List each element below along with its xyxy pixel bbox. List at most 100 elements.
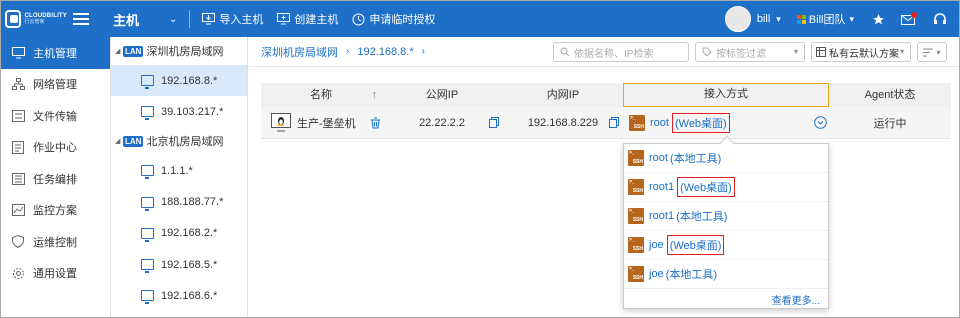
private-ip-value: 192.168.8.229 [527,116,599,129]
chevron-down-icon[interactable]: ⌄ [169,14,177,25]
caret-down-icon[interactable]: ◢ [115,47,123,55]
access-dropdown: SSH root (本地工具) SSH root1 (Web桌面) SSH ro… [623,135,829,309]
sort-icon [923,48,934,56]
tag-filter-select[interactable]: 按标签过滤 ▾ [695,42,805,62]
ssh-icon: SSH [628,208,644,224]
table-header: 名称 ↑ 公网IP 内网IP 接入方式 Agent状态 [261,83,951,107]
import-icon [202,13,216,25]
copy-icon[interactable] [609,117,619,128]
tree-node[interactable]: 188.188.77.* [111,187,247,218]
create-host-button[interactable]: 创建主机 [277,11,338,27]
sort-button[interactable]: ▾ [917,42,947,62]
chevron-down-icon: ▾ [849,13,854,24]
sidebar-item-network[interactable]: 网络管理 [1,69,110,101]
caret-down-icon: ▾ [899,47,904,56]
column-access[interactable]: 接入方式 [623,83,829,107]
host-table: 名称 ↑ 公网IP 内网IP 接入方式 Agent状态 生产-堡垒机 22.22.… [261,83,951,139]
monitor-icon [11,46,25,60]
file-transfer-icon [11,109,25,123]
top-bar: CLOUDBILITY 行云管家 主机 ⌄ 导入主机 创建主机 申请临时授权 b… [1,1,959,37]
tree-group-shenzhen[interactable]: ◢ LAN 深圳机房局域网 [111,37,247,65]
public-ip-value: 22.22.2.2 [419,116,465,129]
sidebar-item-host-management[interactable]: 主机管理 [1,37,110,69]
access-option[interactable]: SSH joe (Web桌面) [624,231,828,260]
agent-status: 运行中 [873,117,907,130]
headset-icon[interactable] [933,12,947,26]
menu-icon[interactable] [73,13,89,25]
breadcrumb-item[interactable]: 深圳机房局域网 [261,44,338,60]
module-title: 主机 [113,12,140,28]
table-icon [816,47,826,57]
tree-node[interactable]: 192.168.2.* [111,218,247,249]
mail-icon[interactable] [901,12,917,26]
star-icon[interactable] [872,13,885,26]
sort-arrow-icon[interactable]: ↑ [372,83,378,107]
column-public-ip[interactable]: 公网IP [381,83,503,107]
sidebar-item-file-transfer[interactable]: 文件传输 [1,100,110,132]
caret-down-icon: ▾ [793,47,798,56]
monitor-icon [141,75,154,90]
monitor-icon [141,259,154,274]
chevron-down-icon[interactable]: ▾ [776,14,781,25]
monitor-icon [141,290,154,305]
linux-icon [271,112,291,131]
create-icon [277,13,291,25]
avatar[interactable] [724,6,751,32]
tree-node[interactable]: 39.103.217.* [111,96,247,127]
lan-badge: LAN [123,135,144,147]
ssh-icon: SSH [628,266,644,282]
team-icon [796,14,806,24]
caret-down-icon[interactable]: ◢ [115,137,123,145]
tree-node[interactable]: 192.168.6.* [111,280,247,311]
username[interactable]: bill [757,13,770,25]
access-cell: SSH root (Web桌面) [623,107,829,139]
team-switcher[interactable]: Bill团队 ▾ [796,11,854,27]
gear-icon [11,266,25,280]
monitor-chart-icon [11,203,25,217]
access-tool-link[interactable]: (Web桌面) [671,112,730,133]
ssh-icon: SSH [629,114,645,131]
brand-logo[interactable]: CLOUDBILITY 行云管家 [1,1,67,37]
scheme-select[interactable]: 私有云默认方案 ▾ [811,42,911,62]
monitor-icon [141,106,154,121]
tree-node[interactable]: 192.168.5.* [111,249,247,280]
sidebar-item-ops-control[interactable]: 运维控制 [1,226,110,258]
caret-down-icon: ▾ [936,47,941,57]
sidebar-item-settings[interactable]: 通用设置 [1,258,110,290]
access-option[interactable]: SSH joe (本地工具) [624,260,828,289]
monitor-icon [141,165,154,180]
chevron-right-icon: › [421,46,425,57]
column-agent[interactable]: Agent状态 [829,83,951,107]
lan-badge: LAN [123,45,144,57]
clock-icon [352,13,365,25]
tree-group-beijing[interactable]: ◢ LAN 北京机房局域网 [111,127,247,155]
sidebar-item-monitoring[interactable]: 监控方案 [1,195,110,227]
temp-auth-button[interactable]: 申请临时授权 [352,11,435,27]
import-host-button[interactable]: 导入主机 [202,11,263,27]
job-icon [11,140,25,154]
search-input[interactable]: 依据名称、IP检索 [553,42,689,62]
column-name[interactable]: 名称 ↑ [261,83,381,107]
access-option[interactable]: SSH root1 (本地工具) [624,202,828,231]
sidebar: 主机管理 网络管理 文件传输 作业中心 任务编排 监控方案 运维控制 通用设置 [1,37,111,317]
access-user[interactable]: root [650,117,669,129]
sidebar-item-job-center[interactable]: 作业中心 [1,132,110,164]
copy-icon[interactable] [489,117,499,128]
column-private-ip[interactable]: 内网IP [503,83,623,107]
tree-node[interactable]: 1.1.1.* [111,155,247,186]
host-name[interactable]: 生产-堡垒机 [297,115,356,131]
main-content: 深圳机房局域网 › 192.168.8.* › 依据名称、IP检索 按标签过滤 … [249,37,959,317]
logo-icon [5,10,22,28]
table-row[interactable]: 生产-堡垒机 22.22.2.2 192.168.8.229 SSH root … [261,107,951,139]
trash-icon[interactable] [370,117,381,129]
breadcrumb-item[interactable]: 192.168.8.* [357,46,413,58]
ssh-icon: SSH [628,150,644,166]
chevron-down-circle-icon[interactable] [814,116,827,129]
network-icon [11,77,25,91]
monitor-icon [141,227,154,242]
see-more-link[interactable]: 查看更多... [624,289,828,309]
tree-node[interactable]: 192.168.8.* [111,65,247,97]
monitor-icon [141,196,154,211]
sidebar-item-task-orchestration[interactable]: 任务编排 [1,163,110,195]
access-option[interactable]: SSH root1 (Web桌面) [624,173,828,202]
